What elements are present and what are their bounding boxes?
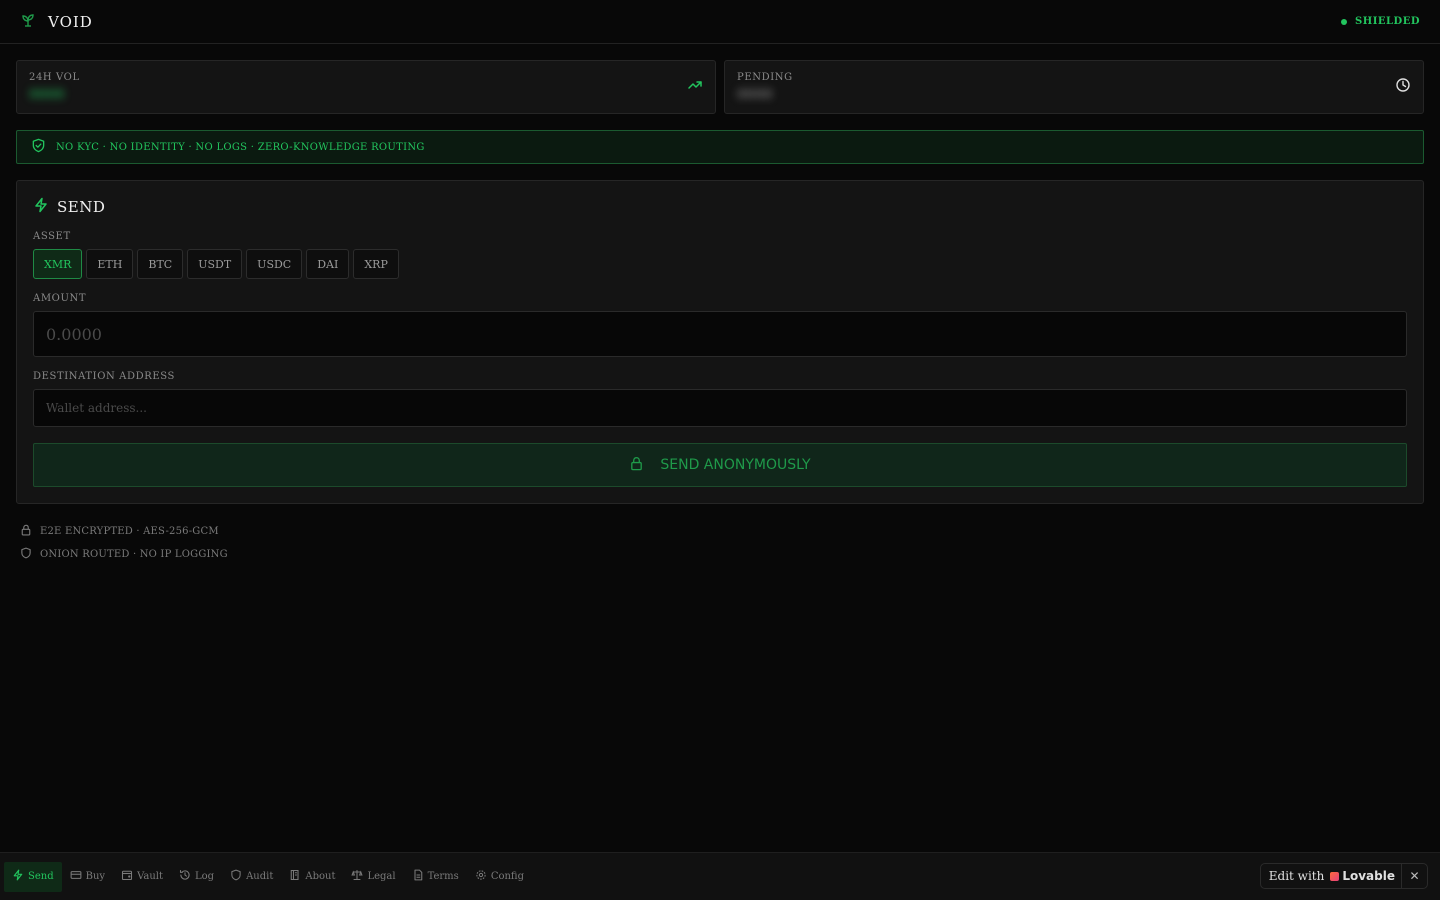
stat-card-pending: PENDING 0000: [724, 60, 1424, 114]
nav-label: Log: [195, 871, 215, 882]
send-title: SEND: [57, 198, 106, 216]
brand[interactable]: VOID: [20, 12, 93, 32]
nav-label: Audit: [246, 871, 274, 882]
close-icon[interactable]: ✕: [1401, 864, 1427, 888]
history-icon: [179, 869, 191, 884]
asset-label: ASSET: [33, 231, 71, 242]
asset-button-btc[interactable]: BTC: [137, 249, 184, 279]
amount-label: AMOUNT: [33, 293, 87, 304]
status-label: SHIELDED: [1355, 16, 1420, 27]
lovable-brand: Lovable: [1330, 869, 1395, 883]
security-notes: E2E ENCRYPTED · AES-256-GCM ONION ROUTED…: [0, 504, 1440, 566]
lock-icon: [629, 456, 644, 475]
panel-title: SEND: [33, 197, 1407, 217]
nav-item-send[interactable]: Send: [4, 861, 62, 892]
lovable-prefix: Edit with: [1268, 869, 1325, 883]
asset-selector: XMR ETH BTC USDT USDC DAI XRP: [33, 249, 1407, 279]
bottom-nav: Send Buy Vault Log Audit About Legal Ter…: [0, 852, 1440, 900]
stat-label: 24H VOL: [29, 71, 80, 83]
stat-card-volume: 24H VOL 0000: [16, 60, 716, 114]
shield-status: SHIELDED: [1341, 16, 1420, 27]
nav-label: Terms: [427, 871, 459, 882]
send-panel: SEND ASSET XMR ETH BTC USDT USDC DAI XRP…: [16, 180, 1424, 504]
stat-label: PENDING: [737, 71, 793, 83]
lovable-heart-icon: [1330, 871, 1340, 881]
zap-icon: [33, 197, 49, 217]
send-button-label: SEND ANONYMOUSLY: [660, 457, 811, 473]
lovable-badge[interactable]: Edit with Lovable ✕: [1259, 863, 1428, 889]
nav-label: Legal: [367, 871, 396, 882]
privacy-banner: NO KYC · NO IDENTITY · NO LOGS · ZERO-KN…: [16, 130, 1424, 164]
amount-input[interactable]: [33, 311, 1407, 357]
lock-icon: [20, 524, 32, 539]
nav-label: Vault: [137, 871, 164, 882]
shield-icon: [20, 547, 32, 562]
send-anonymously-button[interactable]: SEND ANONYMOUSLY: [33, 443, 1407, 487]
scale-icon: [351, 869, 364, 884]
note-encryption: E2E ENCRYPTED · AES-256-GCM: [20, 520, 1420, 543]
asset-button-usdc[interactable]: USDC: [246, 249, 303, 279]
asset-button-usdt[interactable]: USDT: [187, 249, 243, 279]
nav-item-vault[interactable]: Vault: [113, 862, 171, 892]
nav-item-audit[interactable]: Audit: [222, 862, 281, 892]
nav-label: Buy: [85, 871, 106, 882]
wallet-icon: [121, 869, 133, 884]
book-icon: [289, 869, 301, 884]
stats-row: 24H VOL 0000 PENDING 0000: [0, 44, 1440, 114]
nav-item-about[interactable]: About: [281, 862, 343, 892]
trending-up-icon: [687, 77, 703, 97]
brand-name: VOID: [48, 12, 93, 31]
destination-address-input[interactable]: [33, 389, 1407, 427]
lovable-brand-name: Lovable: [1342, 869, 1395, 883]
note-text: ONION ROUTED · NO IP LOGGING: [40, 549, 228, 560]
nav-label: Config: [490, 871, 524, 882]
asset-button-dai[interactable]: DAI: [306, 249, 350, 279]
card-icon: [70, 869, 82, 884]
nav-item-log[interactable]: Log: [171, 862, 222, 892]
address-label: DESTINATION ADDRESS: [33, 371, 175, 382]
status-dot-icon: [1341, 18, 1348, 25]
nav-item-legal[interactable]: Legal: [343, 862, 403, 892]
asset-button-xmr[interactable]: XMR: [33, 249, 83, 279]
file-icon: [412, 869, 424, 884]
clock-icon: [1395, 77, 1411, 97]
nav-label: About: [305, 871, 336, 882]
note-text: E2E ENCRYPTED · AES-256-GCM: [40, 526, 219, 537]
app-header: VOID SHIELDED: [0, 0, 1440, 44]
shield-icon: [230, 869, 242, 884]
note-routing: ONION ROUTED · NO IP LOGGING: [20, 543, 1420, 566]
zap-icon: [12, 869, 24, 884]
asset-button-eth[interactable]: ETH: [86, 249, 134, 279]
banner-text: NO KYC · NO IDENTITY · NO LOGS · ZERO-KN…: [56, 141, 425, 153]
asset-button-xrp[interactable]: XRP: [353, 249, 399, 279]
stat-value: 0000: [29, 86, 65, 103]
nav-item-terms[interactable]: Terms: [404, 862, 467, 892]
leaf-icon: [20, 12, 36, 32]
nav-item-buy[interactable]: Buy: [62, 862, 113, 892]
nav-label: Send: [28, 871, 54, 882]
shield-check-icon: [31, 138, 46, 156]
stat-value: 0000: [737, 86, 773, 103]
gear-icon: [475, 869, 487, 884]
nav-item-config[interactable]: Config: [467, 862, 532, 892]
